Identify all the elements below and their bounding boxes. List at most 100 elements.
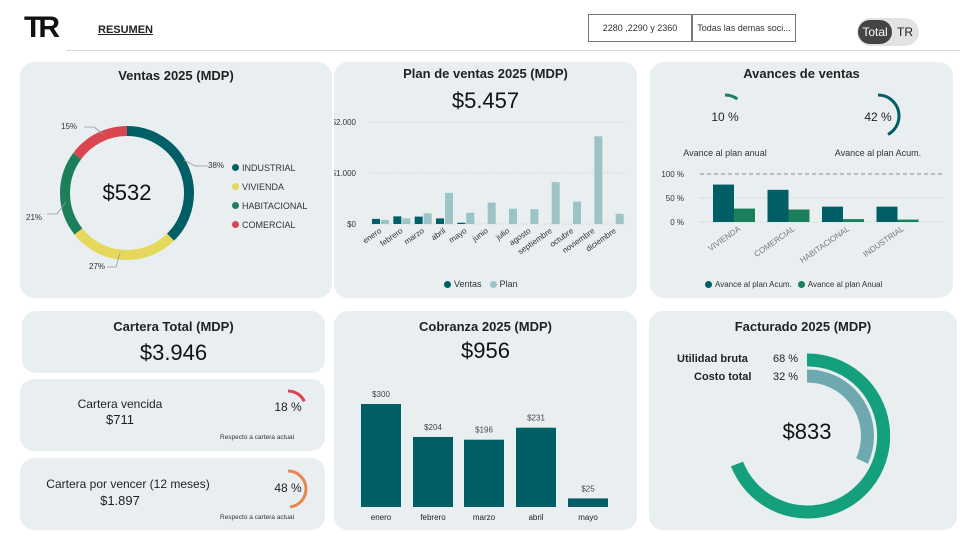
bar-acum-habitacional[interactable] (822, 206, 843, 222)
x-tick-label: febrero (420, 513, 446, 522)
bar-anual-habitacional[interactable] (843, 219, 864, 222)
y-tick-label: 50 % (666, 194, 684, 203)
x-tick-label: abril (430, 226, 448, 242)
bar-plan-noviembre[interactable] (594, 136, 603, 224)
legend-item-vivienda: VIVIENDA (232, 177, 307, 196)
logo: TR (24, 11, 60, 44)
bar-acum-industrial[interactable] (876, 206, 898, 222)
vencer-note: Respecto a cartera actual (220, 514, 295, 521)
x-tick-label: INDUSTRIAL (862, 224, 907, 259)
bar-plan-julio[interactable] (509, 208, 517, 224)
x-tick-label: mayo (578, 513, 598, 522)
x-tick-label: junio (470, 226, 490, 244)
bar-plan-diciembre[interactable] (615, 213, 624, 224)
data-label: $25 (581, 484, 595, 493)
utilidad-label: Utilidad bruta (677, 353, 748, 365)
bar-ventas-febrero[interactable] (393, 216, 402, 224)
legend-dot-icon (705, 281, 712, 288)
toggle-total[interactable]: Total (858, 20, 892, 44)
x-tick-label: marzo (473, 513, 496, 522)
slicer-sociedad-1[interactable]: 2280 ,2290 y 2360 (588, 14, 692, 42)
vencer-label: Cartera por vencer (12 meses) (46, 477, 210, 491)
bar-anual-vivienda[interactable] (734, 208, 755, 222)
y-tick-label: 100 % (661, 170, 684, 179)
y-tick-label: $1.000 (334, 169, 357, 178)
y-tick-label: $2.000 (334, 118, 357, 127)
legend-label: VIVIENDA (242, 181, 285, 192)
bar-plan-septiembre[interactable] (551, 182, 560, 224)
bar-ventas-mayo[interactable] (457, 222, 466, 224)
legend-ventas: Ventas (454, 279, 482, 289)
avances-chart: 0 % 50 % 100 % VIVIENDA COMERCIAL HABITACIONA… (661, 170, 942, 265)
legend-item-comercial: COMERCIAL (232, 215, 307, 234)
slicer-sociedad-2[interactable]: Todas las demas soci... (692, 14, 796, 42)
ventas-legend: INDUSTRIAL VIVIENDA HABITACIONAL COMERCI… (232, 158, 307, 234)
x-tick-label: COMERCIAL (753, 224, 798, 259)
vencer-value: $1.897 (100, 493, 140, 508)
legend-item-habitacional: HABITACIONAL (232, 196, 307, 215)
bar-plan-agosto[interactable] (530, 209, 539, 224)
bar-plan-mayo[interactable] (466, 212, 475, 224)
avances-legend: Avance al plan Acum. Avance al plan Anua… (705, 280, 882, 289)
bar-plan-abril[interactable] (445, 192, 453, 224)
x-tick-label: marzo (402, 226, 426, 246)
facturado-total: $833 (782, 419, 832, 444)
bar-anual-industrial[interactable] (897, 219, 919, 222)
ventas-pct-comercial: 15% (61, 122, 78, 131)
bar-mayo[interactable] (568, 498, 608, 507)
x-tick-label: abril (528, 513, 543, 522)
bar-plan-enero[interactable] (381, 219, 389, 224)
cartera-vencer-card: Cartera por vencer (12 meses) $1.897 48 … (20, 458, 325, 530)
legend-plan: Plan (499, 279, 518, 289)
cartera-title: Cartera Total (MDP) (113, 319, 234, 334)
cartera-vencida-card: Cartera vencida $711 18 % Respecto a car… (20, 379, 325, 451)
donut-slice-comercial[interactable] (73, 126, 128, 160)
plan-legend: Ventas Plan (444, 279, 518, 289)
y-tick-label: $0 (347, 220, 356, 229)
legend-dot-icon (797, 281, 805, 288)
ventas-pct-vivienda: 27% (89, 262, 106, 271)
bar-ventas-enero[interactable] (372, 218, 380, 224)
bar-marzo[interactable] (464, 439, 504, 507)
bar-plan-octubre[interactable] (573, 201, 581, 224)
bar-ventas-marzo[interactable] (414, 216, 423, 224)
toggle-tr[interactable]: TR (893, 20, 917, 44)
vencida-pct: 18 % (274, 400, 302, 414)
cobranza-chart: $300 enero $204 febrero $196 marzo $231 abril $2… (361, 390, 608, 522)
data-label: $196 (475, 426, 493, 435)
plan-chart: $0$1.000$2.000enerofebreromarzoabrilmayo… (334, 118, 626, 256)
y-tick-label: 0 % (670, 218, 684, 227)
legend-dot-icon (489, 280, 497, 288)
bar-abril[interactable] (516, 427, 556, 507)
bar-enero[interactable] (361, 404, 401, 507)
bar-plan-junio[interactable] (487, 202, 496, 224)
cartera-total: $3.946 (139, 340, 208, 365)
bar-plan-febrero[interactable] (402, 218, 411, 224)
legend-anual: Avance al plan Anual (807, 280, 883, 289)
data-label: $204 (424, 423, 442, 432)
x-tick-label: VIVIENDA (706, 224, 742, 253)
ventas-pct-industrial: 38% (208, 161, 225, 170)
donut-slice-habitacional[interactable] (60, 153, 83, 235)
bar-acum-vivienda[interactable] (713, 184, 734, 222)
vencida-label: Cartera vencida (77, 397, 163, 411)
legend-label: HABITACIONAL (242, 200, 308, 211)
nav-resumen[interactable]: RESUMEN (98, 24, 153, 36)
x-tick-label: HABITACIONAL (798, 224, 851, 265)
bar-ventas-abril[interactable] (436, 218, 444, 224)
bar-plan-marzo[interactable] (423, 213, 432, 224)
bar-acum-comercial[interactable] (767, 189, 789, 222)
legend-dot-icon (444, 280, 451, 288)
x-tick-label: mayo (447, 226, 469, 245)
ventas-card: Ventas 2025 (MDP) 38% 27% 21% 15% $532 I… (20, 62, 332, 298)
bar-febrero[interactable] (413, 436, 453, 507)
bar-anual-comercial[interactable] (788, 209, 810, 222)
legend-dot-icon (232, 183, 239, 190)
donut-slice-vivienda[interactable] (74, 228, 175, 260)
costo-label: Costo total (694, 371, 752, 383)
data-label: $231 (527, 414, 545, 423)
cartera-total-card: Cartera Total (MDP) $3.946 (22, 311, 325, 373)
legend-label: COMERCIAL (242, 219, 296, 230)
ventas-pct-habitacional: 21% (26, 213, 43, 222)
utilidad-value: 68 % (773, 353, 799, 365)
